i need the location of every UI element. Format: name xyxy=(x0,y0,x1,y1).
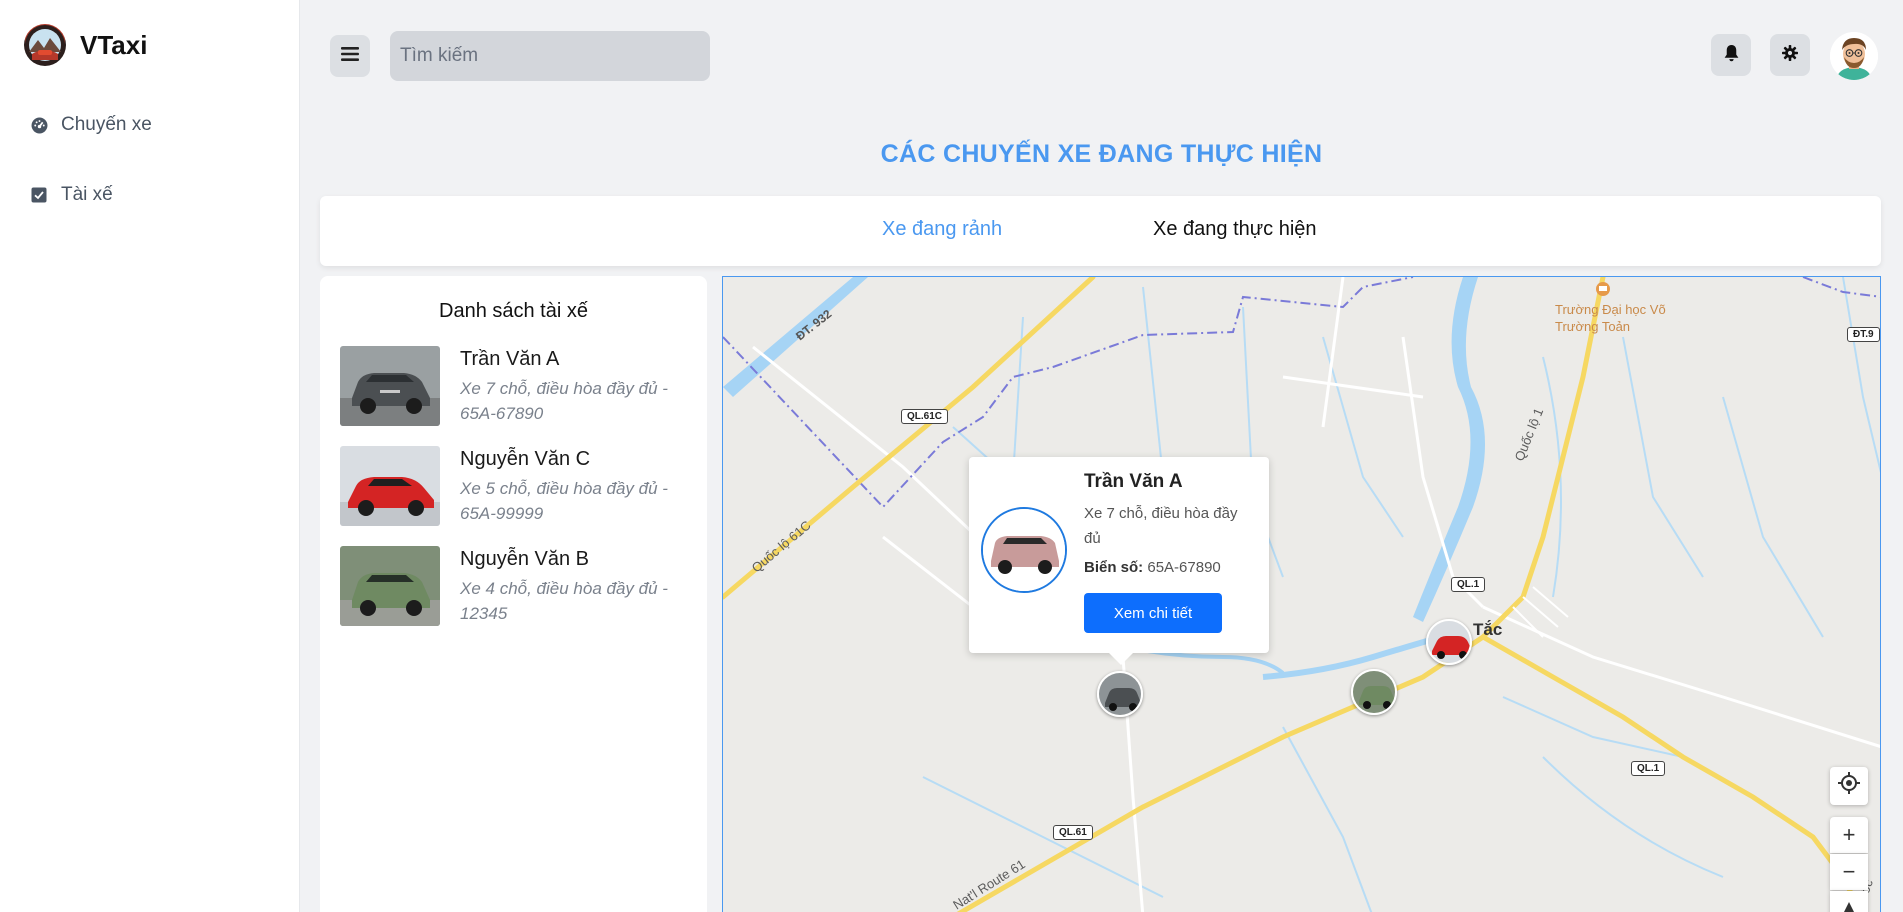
driver-name: Trần Văn A xyxy=(460,348,560,370)
list-item[interactable]: Nguyễn Văn C Xe 5 chỗ, điều hòa đầy đủ -… xyxy=(340,446,690,528)
driver-marker[interactable] xyxy=(1351,669,1397,715)
vtaxi-logo-icon xyxy=(24,24,66,66)
sidebar-item-drivers[interactable]: Tài xế xyxy=(30,184,113,206)
popup-vehicle-desc: Xe 7 chỗ, điều hòa đầy đủ xyxy=(1084,505,1238,547)
list-item[interactable]: Nguyễn Văn B Xe 4 chỗ, điều hòa đầy đủ -… xyxy=(340,546,690,628)
plate-value: 65A-67890 xyxy=(1147,559,1221,576)
road-label-ql1: QL.1 xyxy=(1631,761,1666,776)
place-label-tac: Tắc xyxy=(1473,620,1503,639)
car-thumbnail xyxy=(340,446,440,526)
tab-available[interactable]: Xe đang rảnh xyxy=(882,218,1002,241)
driver-name: Nguyễn Văn B xyxy=(460,548,589,570)
trip-tabs: Xe đang rảnh Xe đang thực hiện xyxy=(320,196,1881,266)
checkbox-icon xyxy=(30,186,48,204)
locate-button[interactable] xyxy=(1830,767,1868,805)
driver-vehicle-desc: Xe 4 chỗ, điều hòa đầy đủ - 12345 xyxy=(460,579,668,623)
driver-popup: Trần Văn A Xe 7 chỗ, điều hòa đầy đủ Biể… xyxy=(969,457,1269,665)
driver-vehicle-desc: Xe 5 chỗ, điều hòa đầy đủ - 65A-99999 xyxy=(460,479,668,523)
driver-list-panel: Danh sách tài xế Trần Văn A Xe 7 chỗ, đi… xyxy=(320,276,707,912)
zoom-in-button[interactable]: + xyxy=(1830,817,1868,853)
place-label-university: Trường Đại học Võ Trường Toản xyxy=(1555,302,1666,334)
crosshair-icon xyxy=(1838,772,1860,800)
sidebar: VTaxi Chuyến xe Tài xế xyxy=(0,0,300,912)
popup-plate: Biển số: 65A-67890 xyxy=(1084,559,1221,576)
gear-icon xyxy=(1782,44,1798,66)
search-input[interactable] xyxy=(390,31,710,81)
sidebar-item-label: Tài xế xyxy=(61,184,113,205)
driver-vehicle-desc: Xe 7 chỗ, điều hòa đầy đủ - 65A-67890 xyxy=(460,379,668,423)
notifications-button[interactable] xyxy=(1711,34,1751,76)
bell-icon xyxy=(1723,44,1740,67)
settings-button[interactable] xyxy=(1770,34,1810,76)
car-thumbnail xyxy=(340,346,440,426)
app-name: VTaxi xyxy=(80,29,148,60)
brand[interactable]: VTaxi xyxy=(24,24,147,66)
plate-label: Biển số: xyxy=(1084,559,1144,576)
zoom-out-button[interactable]: − xyxy=(1830,854,1868,890)
gauge-icon xyxy=(30,116,48,134)
car-thumbnail xyxy=(340,546,440,626)
hamburger-icon xyxy=(341,46,359,67)
page-title: CÁC CHUYẾN XE ĐANG THỰC HIỆN xyxy=(880,140,1323,168)
road-label-ql1: QL.1 xyxy=(1451,577,1486,592)
list-item[interactable]: Trần Văn A Xe 7 chỗ, điều hòa đầy đủ - 6… xyxy=(340,346,690,428)
road-label-ql61: QL.61 xyxy=(1053,825,1093,840)
compass-icon xyxy=(1843,893,1855,912)
sidebar-item-trips[interactable]: Chuyến xe xyxy=(30,114,152,136)
road-label-ql61c: QL.61C xyxy=(901,409,949,424)
driver-list-title: Danh sách tài xế xyxy=(439,300,588,322)
user-avatar[interactable] xyxy=(1830,32,1878,80)
sidebar-item-label: Chuyến xe xyxy=(61,114,152,135)
driver-marker[interactable] xyxy=(1097,671,1143,717)
tab-in-progress[interactable]: Xe đang thực hiện xyxy=(1153,218,1317,241)
map-base-layer xyxy=(723,277,1880,912)
menu-toggle-button[interactable] xyxy=(330,35,370,77)
popup-car-image xyxy=(981,507,1067,593)
driver-marker[interactable] xyxy=(1426,619,1472,665)
view-details-button[interactable]: Xem chi tiết xyxy=(1084,593,1222,633)
popup-driver-name: Trần Văn A xyxy=(1084,471,1183,492)
compass-button[interactable] xyxy=(1830,891,1868,912)
road-label-dt9: ĐT.9 xyxy=(1847,327,1880,342)
driver-name: Nguyễn Văn C xyxy=(460,448,591,470)
map-view[interactable]: ĐT. 932 QL.61C Quốc lộ 61C QL.1 QL.1 QL.… xyxy=(722,276,1881,912)
